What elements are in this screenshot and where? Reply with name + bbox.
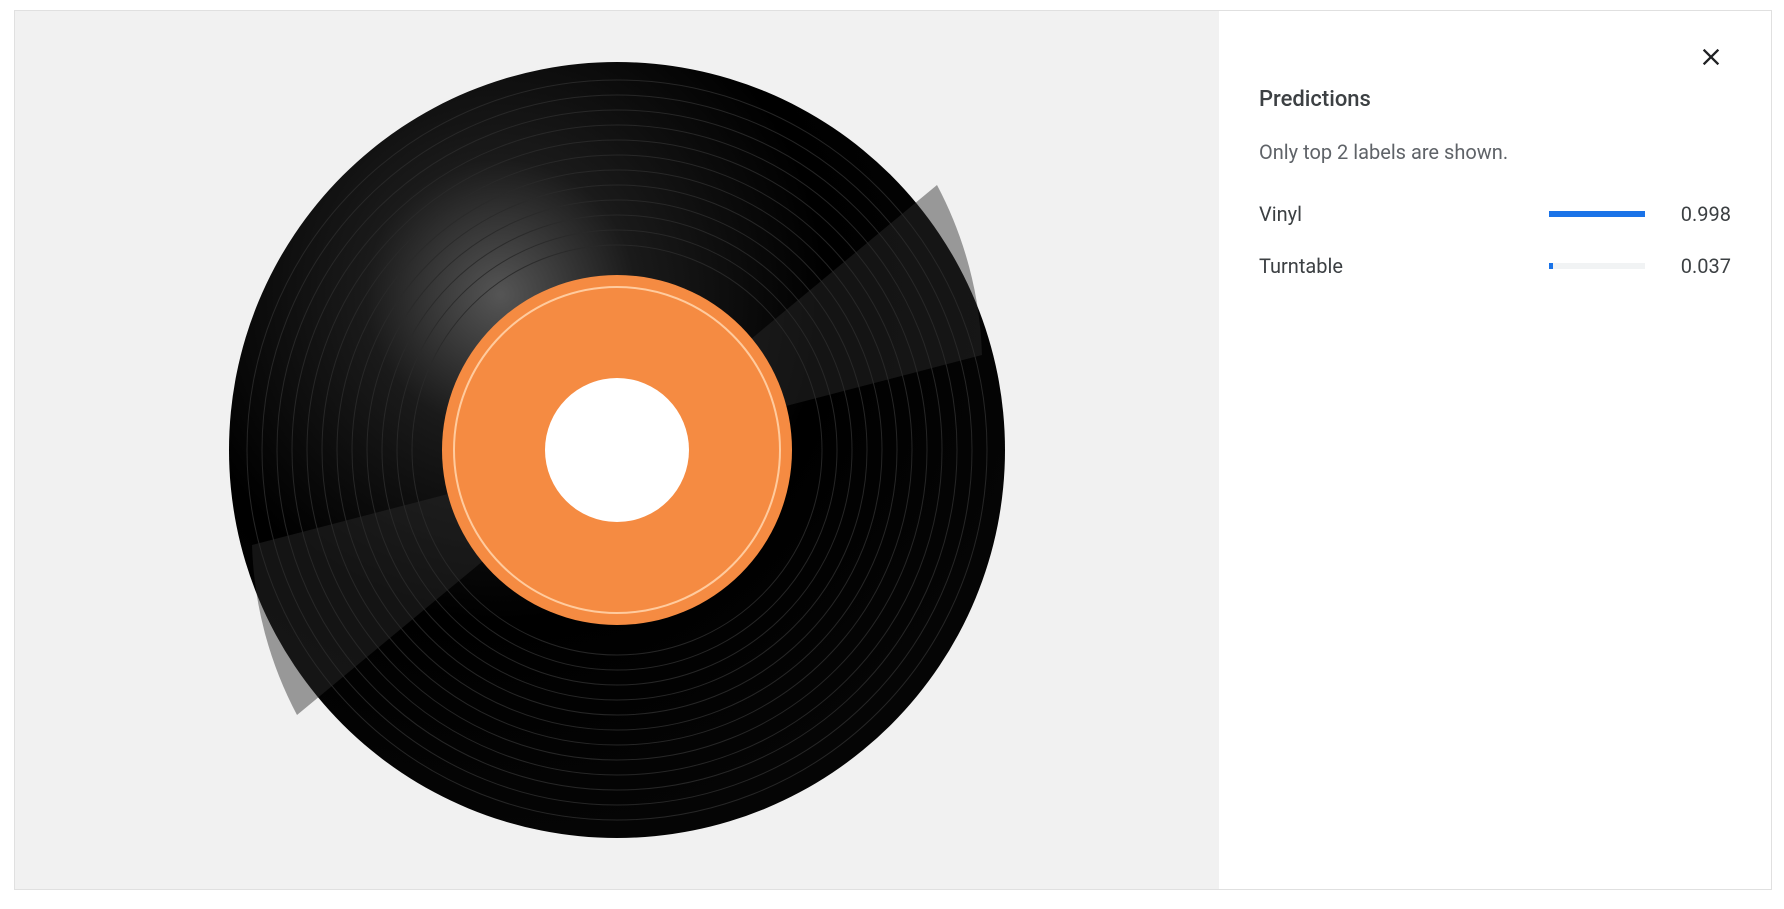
prediction-score: 0.037 [1667,254,1731,278]
image-preview-pane [15,11,1219,889]
prediction-row: Vinyl 0.998 [1259,202,1731,226]
prediction-bar-fill [1549,211,1645,217]
close-icon [1697,43,1725,75]
predictions-panel: Predictions Only top 2 labels are shown.… [1219,11,1771,889]
prediction-row: Turntable 0.037 [1259,254,1731,278]
preview-frame: Predictions Only top 2 labels are shown.… [14,10,1772,890]
prediction-bar-fill [1549,263,1553,269]
predictions-list: Vinyl 0.998 Turntable 0.037 [1259,202,1731,278]
sample-image-vinyl-record [222,55,1012,845]
prediction-label: Turntable [1259,254,1549,278]
close-button[interactable] [1691,39,1731,79]
prediction-label: Vinyl [1259,202,1549,226]
panel-title: Predictions [1259,87,1731,112]
panel-subtitle: Only top 2 labels are shown. [1259,140,1731,164]
prediction-score: 0.998 [1667,202,1731,226]
prediction-bar [1549,263,1645,269]
prediction-bar [1549,211,1645,217]
